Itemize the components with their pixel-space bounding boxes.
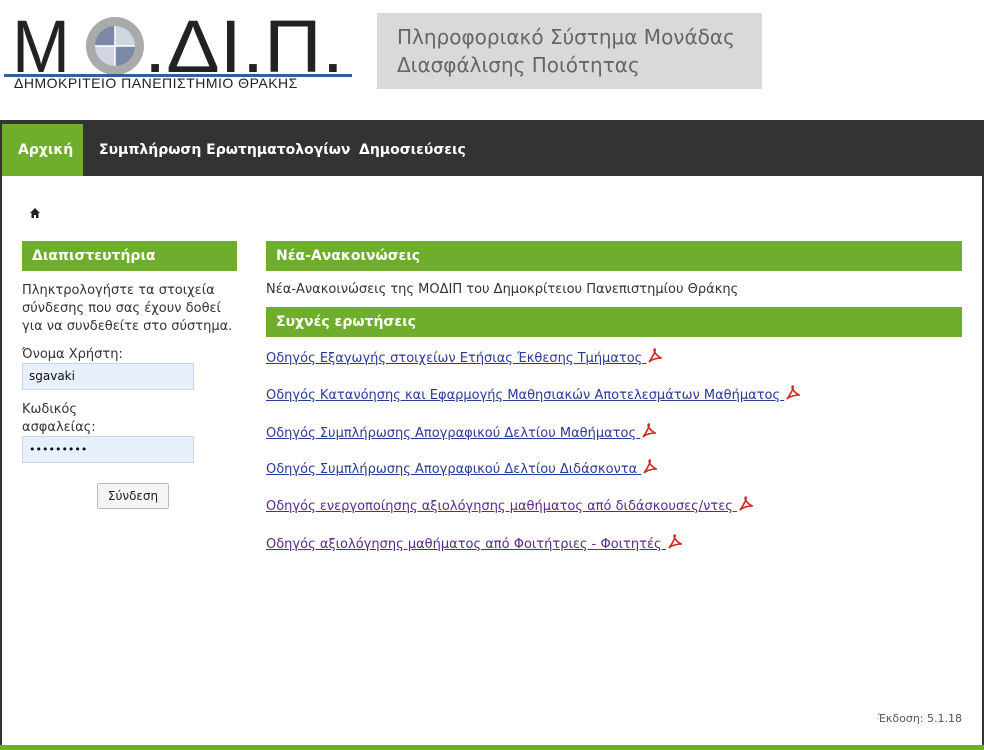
username-label: Όνομα Χρήστη: (22, 347, 123, 362)
system-title-line1: Πληροφοριακό Σύστημα Μονάδας (397, 25, 735, 49)
username-input[interactable]: sgavaki (22, 363, 194, 390)
faq-link[interactable]: Οδηγός Συμπλήρωσης Απογραφικού Δελτίου Δ… (266, 459, 658, 477)
pdf-icon (668, 534, 682, 549)
footer-accent-bar (0, 745, 984, 750)
faq-link-label: Οδηγός Εξαγωγής στοιχείων Ετήσιας Έκθεση… (266, 351, 643, 366)
pdf-icon (786, 385, 801, 400)
pdf-icon (642, 423, 657, 438)
logo-subtitle: ΔΗΜΟΚΡΙΤΕΙΟ ΠΑΝΕΠΙΣΤΗΜΙΟ ΘΡΑΚΗΣ (14, 75, 298, 91)
faq-link[interactable]: Οδηγός ενεργοποίησης αξιολόγησης μαθήματ… (266, 496, 754, 514)
password-label-line1: Κωδικός (22, 402, 78, 417)
faq-link-label: Οδηγός Κατανόησης και Εφαρμογής Μαθησιακ… (266, 388, 781, 403)
faq-link[interactable]: Οδηγός Εξαγωγής στοιχείων Ετήσιας Έκθεση… (266, 348, 663, 366)
faq-link-label: Οδηγός αξιολόγησης μαθήματος από Φοιτήτρ… (266, 537, 662, 552)
nav-item-publications[interactable]: Δημοσιεύσεις (343, 124, 482, 176)
modip-logo[interactable]: Μ .ΔΙ.Π. ΔΗΜΟΚΡΙΤΕΙΟ ΠΑΝΕΠΙΣΤΗΜΙΟ ΘΡΑΚΗΣ (4, 6, 354, 98)
password-label: Κωδικός ασφαλείας: (22, 401, 96, 437)
login-intro-text: Πληκτρολογήστε τα στοιχεία σύνδεσης που … (22, 283, 233, 334)
announcements-text: Νέα-Ανακοινώσεις της ΜΟΔΙΠ του Δημοκρίτε… (266, 282, 739, 297)
nav-item-questionnaires[interactable]: Συμπλήρωση Ερωτηματολογίων (83, 124, 366, 176)
system-title-line2: Διασφάλισης Ποιότητας (397, 53, 640, 77)
faq-link[interactable]: Οδηγός Συμπλήρωσης Απογραφικού Δελτίου Μ… (266, 423, 657, 441)
faq-link[interactable]: Οδηγός Κατανόησης και Εφαρμογής Μαθησιακ… (266, 385, 801, 403)
system-title-box: Πληροφοριακό Σύστημα Μονάδας Διασφάλισης… (377, 13, 762, 89)
pdf-icon (648, 348, 663, 363)
frame-left-border (0, 176, 2, 750)
pdf-icon (643, 459, 658, 474)
main-navbar: Αρχική Συμπλήρωση Ερωτηματολογίων Δημοσι… (0, 120, 984, 176)
faq-link-label: Οδηγός Συμπλήρωσης Απογραφικού Δελτίου Μ… (266, 426, 637, 441)
faq-title: Συχνές ερωτήσεις (266, 307, 962, 337)
home-icon[interactable] (29, 204, 41, 218)
password-label-line2: ασφαλείας: (22, 420, 96, 435)
password-input[interactable]: ••••••••• (22, 436, 194, 463)
version-label: Έκδοση: 5.1.18 (877, 712, 962, 725)
faq-link[interactable]: Οδηγός αξιολόγησης μαθήματος από Φοιτήτρ… (266, 534, 682, 552)
announcements-title: Νέα-Ανακοινώσεις (266, 241, 962, 271)
faq-link-label: Οδηγός Συμπλήρωσης Απογραφικού Δελτίου Δ… (266, 462, 638, 477)
nav-item-home[interactable]: Αρχική (2, 124, 83, 176)
login-panel-title: Διαπιστευτήρια (22, 241, 237, 271)
faq-link-label: Οδηγός ενεργοποίησης αξιολόγησης μαθήματ… (266, 499, 733, 514)
pdf-icon (739, 496, 754, 511)
header: Μ .ΔΙ.Π. ΔΗΜΟΚΡΙΤΕΙΟ ΠΑΝΕΠΙΣΤΗΜΙΟ ΘΡΑΚΗΣ… (0, 0, 984, 120)
login-button[interactable]: Σύνδεση (97, 483, 169, 509)
